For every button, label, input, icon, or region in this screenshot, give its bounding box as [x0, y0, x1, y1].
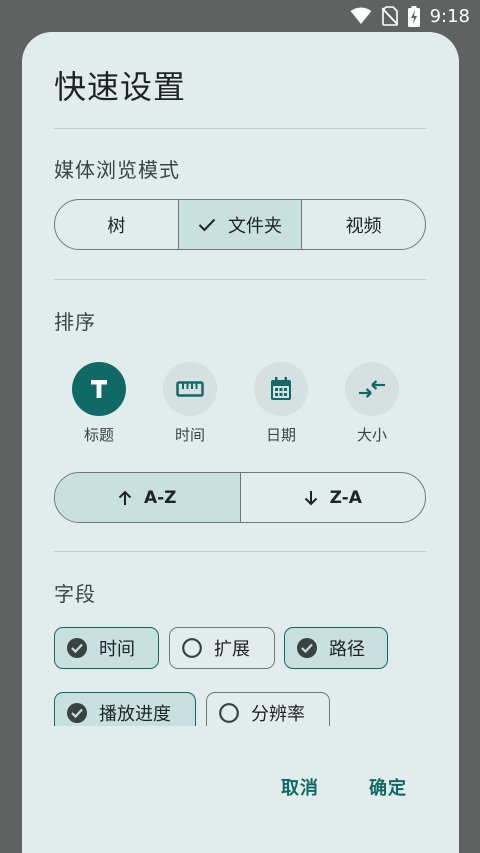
sort-label: 排序 [54, 310, 96, 334]
arrow-down-icon [304, 490, 317, 505]
radio-unchecked-icon [219, 703, 239, 723]
chip-label: 播放进度 [99, 704, 171, 725]
sort-option-label: 日期 [265, 426, 296, 444]
media-mode-label: 媒体浏览模式 [54, 158, 180, 182]
option-label: 文件夹 [228, 215, 282, 237]
chip-label: 分辨率 [251, 704, 305, 725]
cancel-button[interactable]: 取消 [281, 774, 319, 800]
option-label: 视频 [345, 215, 382, 237]
wifi-icon [350, 7, 372, 24]
dialog-title: 快速设置 [54, 68, 187, 106]
divider [54, 551, 427, 552]
sort-option-label: 大小 [356, 426, 387, 444]
check-circle-icon [67, 638, 87, 658]
sort-by-date[interactable]: 日期 [251, 362, 311, 445]
media-mode-video-option[interactable]: 视频 [302, 200, 425, 249]
option-label: 树 [107, 215, 126, 237]
fields-label: 字段 [54, 582, 96, 606]
check-circle-icon [67, 703, 87, 723]
sort-by-size[interactable]: 大小 [342, 362, 402, 445]
media-mode-tree-option[interactable]: 树 [55, 200, 179, 249]
field-chip-time[interactable]: 时间 [54, 627, 159, 669]
sort-option-label: 标题 [83, 426, 114, 444]
chip-label: 扩展 [214, 639, 250, 660]
option-label: A-Z [143, 487, 177, 508]
sort-order-asc-option[interactable]: A-Z [55, 473, 241, 522]
option-label: Z-A [329, 487, 362, 508]
divider [54, 128, 427, 129]
fields-row-clipped: 播放进度 分辨率 [22, 682, 459, 726]
field-chip-resolution[interactable]: 分辨率 [206, 692, 330, 726]
status-bar: 9:18 [0, 0, 480, 32]
compress-arrows-icon [359, 380, 385, 398]
sort-options: 标题 时间 日期 大小 [54, 362, 404, 444]
media-mode-segmented: 树 文件夹 视频 [54, 199, 426, 250]
sort-order-segmented: A-Z Z-A [54, 472, 426, 523]
confirm-button[interactable]: 确定 [369, 774, 407, 800]
quick-settings-dialog: 快速设置 媒体浏览模式 树 文件夹 视频 排序 标题 时间 日期 大小 A-Z … [22, 32, 459, 853]
field-chip-path[interactable]: 路径 [284, 627, 388, 669]
media-mode-folder-option[interactable]: 文件夹 [178, 200, 303, 249]
arrow-up-icon [118, 490, 132, 505]
title-t-icon [91, 380, 107, 398]
divider [54, 279, 427, 280]
sort-order-desc-option[interactable]: Z-A [241, 473, 426, 522]
check-circle-icon [297, 638, 317, 658]
chip-label: 时间 [99, 639, 135, 660]
calendar-icon [271, 377, 291, 400]
radio-unchecked-icon [182, 638, 202, 658]
sort-by-time[interactable]: 时间 [160, 362, 220, 445]
sort-option-label: 时间 [174, 426, 205, 444]
clock: 9:18 [429, 5, 470, 27]
no-sim-icon [381, 6, 398, 26]
check-icon [198, 218, 216, 231]
field-chip-playback-progress[interactable]: 播放进度 [54, 692, 196, 726]
field-chip-extension[interactable]: 扩展 [169, 627, 275, 669]
sort-by-title[interactable]: 标题 [69, 362, 129, 445]
chip-label: 路径 [329, 639, 365, 660]
battery-charging-icon [407, 5, 420, 27]
ruler-icon [176, 381, 204, 397]
